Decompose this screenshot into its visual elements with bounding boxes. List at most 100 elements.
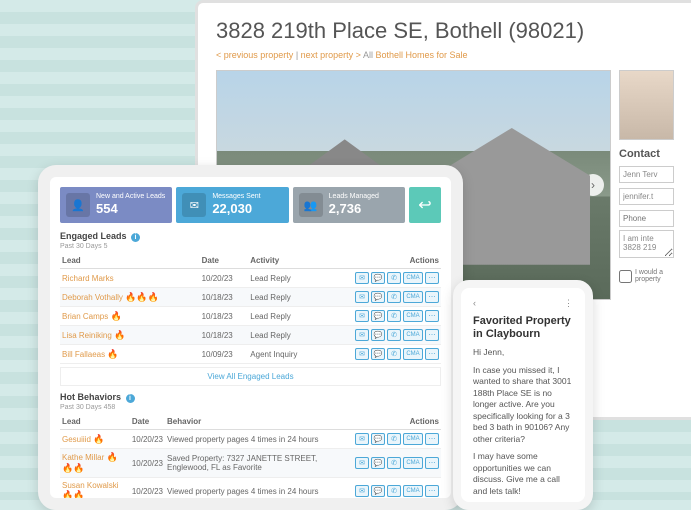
- photo-next-button[interactable]: ›: [582, 174, 604, 196]
- chat-action-button[interactable]: 💬: [371, 310, 385, 322]
- lead-activity: Agent Inquiry: [248, 345, 319, 364]
- table-row[interactable]: Deborah Vothally 🔥🔥🔥10/18/23Lead Reply✉💬…: [60, 288, 441, 307]
- lead-behavior: Viewed property pages 4 times in 24 hour…: [165, 430, 353, 449]
- col-date[interactable]: Date: [200, 253, 249, 269]
- email-action-button[interactable]: ✉: [355, 310, 369, 322]
- table-row[interactable]: Bill Fallaeas 🔥10/09/23Agent Inquiry✉💬✆C…: [60, 345, 441, 364]
- lead-name-link[interactable]: Richard Marks: [62, 274, 114, 283]
- cma-action-button[interactable]: CMA: [403, 457, 423, 469]
- lead-behavior: Saved Property: 7327 JANETTE STREET, Eng…: [165, 449, 353, 478]
- more-action-button[interactable]: ⋯: [425, 310, 439, 322]
- lead-name-link[interactable]: Brian Camps: [62, 312, 108, 321]
- stat-managed[interactable]: 👥 Leads Managed2,736: [293, 187, 405, 223]
- call-action-button[interactable]: ✆: [387, 291, 401, 303]
- call-action-button[interactable]: ✆: [387, 310, 401, 322]
- cma-action-button[interactable]: CMA: [403, 485, 423, 497]
- email-action-button[interactable]: ✉: [355, 485, 369, 497]
- stat-new-leads[interactable]: 👤 New and Active Leads554: [60, 187, 172, 223]
- engaged-table: Lead Date Activity Actions Richard Marks…: [60, 253, 441, 364]
- chat-action-button[interactable]: 💬: [371, 348, 385, 360]
- chat-action-button[interactable]: 💬: [371, 457, 385, 469]
- financing-label: I would a property: [635, 269, 679, 283]
- chat-action-button[interactable]: 💬: [371, 433, 385, 445]
- more-action-button[interactable]: ⋯: [425, 485, 439, 497]
- info-icon[interactable]: i: [126, 394, 135, 403]
- table-row[interactable]: Gesuiiid 🔥10/20/23Viewed property pages …: [60, 430, 441, 449]
- more-action-button[interactable]: ⋯: [425, 291, 439, 303]
- call-action-button[interactable]: ✆: [387, 272, 401, 284]
- cma-action-button[interactable]: CMA: [403, 433, 423, 445]
- table-row[interactable]: Susan Kowalski 🔥🔥10/20/23Viewed property…: [60, 478, 441, 505]
- email-action-button[interactable]: ✉: [355, 457, 369, 469]
- lead-date: 10/18/23: [200, 288, 249, 307]
- prev-property-link[interactable]: < previous property: [216, 50, 293, 60]
- lead-name-link[interactable]: Bill Fallaeas: [62, 350, 105, 359]
- lead-activity: Lead Reply: [248, 288, 319, 307]
- back-button[interactable]: ‹: [473, 298, 476, 309]
- lead-date: 10/20/23: [130, 505, 165, 510]
- col-date[interactable]: Date: [130, 414, 165, 430]
- email-action-button[interactable]: ✉: [355, 291, 369, 303]
- chat-action-button[interactable]: 💬: [371, 272, 385, 284]
- info-icon[interactable]: i: [131, 233, 140, 242]
- col-activity[interactable]: Activity: [248, 253, 319, 269]
- call-action-button[interactable]: ✆: [387, 485, 401, 497]
- col-behavior[interactable]: Behavior: [165, 414, 353, 430]
- call-action-button[interactable]: ✆: [387, 348, 401, 360]
- table-row[interactable]: Brian Camps 🔥10/18/23Lead Reply✉💬✆CMA⋯: [60, 307, 441, 326]
- lead-name-link[interactable]: Gesuiiid: [62, 435, 91, 444]
- cma-action-button[interactable]: CMA: [403, 310, 423, 322]
- contact-message-field[interactable]: I am inte 3828 219: [619, 230, 674, 258]
- more-action-button[interactable]: ⋯: [425, 433, 439, 445]
- lead-date: 10/09/23: [200, 345, 249, 364]
- chat-action-button[interactable]: 💬: [371, 291, 385, 303]
- hot-sub: Past 30 Days 458: [60, 404, 441, 411]
- more-action-button[interactable]: ⋯: [425, 272, 439, 284]
- cma-action-button[interactable]: CMA: [403, 329, 423, 341]
- chat-action-button[interactable]: 💬: [371, 329, 385, 341]
- view-all-engaged-link[interactable]: View All Engaged Leads: [60, 367, 441, 386]
- listing-title: 3828 219th Place SE, Bothell (98021): [216, 18, 684, 44]
- fire-icon: 🔥: [93, 434, 104, 444]
- stat-value: 2,736: [329, 201, 379, 217]
- cma-action-button[interactable]: CMA: [403, 291, 423, 303]
- more-action-button[interactable]: ⋯: [425, 457, 439, 469]
- cma-action-button[interactable]: CMA: [403, 272, 423, 284]
- lead-name-link[interactable]: Kathe Millar: [62, 453, 104, 462]
- more-action-button[interactable]: ⋯: [425, 329, 439, 341]
- more-action-button[interactable]: ⋯: [425, 348, 439, 360]
- table-row[interactable]: Lisa Reiniking 🔥10/18/23Lead Reply✉💬✆CMA…: [60, 326, 441, 345]
- col-lead[interactable]: Lead: [60, 253, 200, 269]
- lead-date: 10/20/23: [130, 478, 165, 505]
- stat-messages[interactable]: ✉ Messages Sent22,030: [176, 187, 288, 223]
- chat-action-button[interactable]: 💬: [371, 485, 385, 497]
- email-action-button[interactable]: ✉: [355, 329, 369, 341]
- next-property-link[interactable]: next property >: [301, 50, 361, 60]
- email-action-button[interactable]: ✉: [355, 348, 369, 360]
- cma-action-button[interactable]: CMA: [403, 348, 423, 360]
- table-row[interactable]: Kathe Millar 🔥🔥🔥10/20/23Saved Property: …: [60, 449, 441, 478]
- lead-name-link[interactable]: Deborah Vothally: [62, 293, 123, 302]
- listing-nav: < previous property | next property > Al…: [216, 50, 684, 60]
- contact-email-field[interactable]: [619, 188, 674, 205]
- lead-activity: Lead Reply: [248, 307, 319, 326]
- all-homes-link[interactable]: Bothell Homes for Sale: [375, 50, 467, 60]
- email-action-button[interactable]: ✉: [355, 433, 369, 445]
- menu-button[interactable]: ⋮: [564, 298, 573, 309]
- call-action-button[interactable]: ✆: [387, 457, 401, 469]
- lead-name-link[interactable]: Susan Kowalski: [62, 481, 118, 490]
- call-action-button[interactable]: ✆: [387, 433, 401, 445]
- financing-checkbox[interactable]: [619, 270, 632, 283]
- message-body-1: In case you missed it, I wanted to share…: [473, 365, 573, 445]
- table-row[interactable]: Karen Limonis 🔥10/20/23Returned to your …: [60, 505, 441, 510]
- table-row[interactable]: Richard Marks 10/20/23Lead Reply✉💬✆CMA⋯: [60, 269, 441, 288]
- stat-refresh-button[interactable]: ↩: [409, 187, 441, 223]
- col-lead[interactable]: Lead: [60, 414, 130, 430]
- call-action-button[interactable]: ✆: [387, 329, 401, 341]
- contact-phone-field[interactable]: [619, 210, 674, 227]
- person-icon: 👤: [66, 193, 90, 217]
- contact-name-field[interactable]: [619, 166, 674, 183]
- lead-name-link[interactable]: Lisa Reiniking: [62, 331, 112, 340]
- email-action-button[interactable]: ✉: [355, 272, 369, 284]
- lead-date: 10/18/23: [200, 307, 249, 326]
